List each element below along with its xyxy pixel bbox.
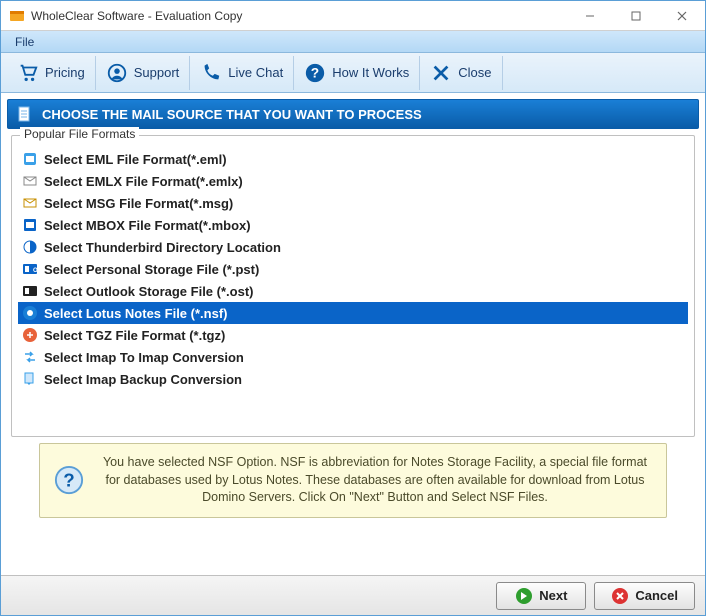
format-item[interactable]: Select Imap Backup Conversion	[18, 368, 688, 390]
arrow-right-icon	[515, 587, 533, 605]
toolbar-howitworks[interactable]: ? How It Works	[294, 56, 420, 90]
formats-fieldset: Popular File Formats Select EML File For…	[11, 135, 695, 437]
format-icon	[22, 371, 38, 387]
format-item[interactable]: Select MBOX File Format(*.mbox)	[18, 214, 688, 236]
titlebar: WholeClear Software - Evaluation Copy	[1, 1, 705, 31]
window-close-button[interactable]	[659, 1, 705, 31]
format-item-label: Select MSG File Format(*.msg)	[44, 196, 233, 211]
content: Popular File Formats Select EML File For…	[11, 135, 695, 437]
format-item[interactable]: Select Outlook Storage File (*.ost)	[18, 280, 688, 302]
format-icon	[22, 217, 38, 233]
toolbar-pricing[interactable]: Pricing	[7, 56, 96, 90]
format-icon	[22, 327, 38, 343]
format-item[interactable]: Select MSG File Format(*.msg)	[18, 192, 688, 214]
format-item[interactable]: Select Thunderbird Directory Location	[18, 236, 688, 258]
toolbar-support[interactable]: Support	[96, 56, 191, 90]
format-icon	[22, 173, 38, 189]
menubar: File	[1, 31, 705, 53]
toolbar-close-label: Close	[458, 65, 491, 80]
format-icon	[22, 151, 38, 167]
svg-text:?: ?	[311, 65, 319, 80]
cancel-button[interactable]: Cancel	[594, 582, 695, 610]
format-icon	[22, 239, 38, 255]
format-item[interactable]: Select EMLX File Format(*.emlx)	[18, 170, 688, 192]
window-controls	[567, 1, 705, 31]
format-item-label: Select Imap Backup Conversion	[44, 372, 242, 387]
menu-file[interactable]: File	[7, 33, 42, 51]
format-list: Select EML File Format(*.eml) Select EMLX…	[18, 148, 688, 390]
toolbar-close[interactable]: Close	[420, 56, 502, 90]
toolbar: Pricing Support Live Chat ? How It Works…	[1, 53, 705, 93]
format-item-label: Select Thunderbird Directory Location	[44, 240, 281, 255]
svg-text:?: ?	[63, 470, 74, 491]
phone-icon	[200, 62, 222, 84]
minimize-button[interactable]	[567, 1, 613, 31]
document-icon	[16, 105, 34, 123]
formats-legend: Popular File Formats	[20, 127, 139, 141]
format-item[interactable]: O Select Personal Storage File (*.pst)	[18, 258, 688, 280]
app-icon	[9, 8, 25, 24]
cancel-button-label: Cancel	[635, 588, 678, 603]
format-item[interactable]: Select Lotus Notes File (*.nsf)	[18, 302, 688, 324]
question-icon: ?	[304, 62, 326, 84]
format-item-label: Select Personal Storage File (*.pst)	[44, 262, 259, 277]
format-item-label: Select TGZ File Format (*.tgz)	[44, 328, 225, 343]
toolbar-livechat[interactable]: Live Chat	[190, 56, 294, 90]
format-item-label: Select Outlook Storage File (*.ost)	[44, 284, 253, 299]
step-banner: CHOOSE THE MAIL SOURCE THAT YOU WANT TO …	[7, 99, 699, 129]
banner-text: CHOOSE THE MAIL SOURCE THAT YOU WANT TO …	[42, 107, 422, 122]
info-text: You have selected NSF Option. NSF is abb…	[98, 454, 652, 507]
headset-icon	[106, 62, 128, 84]
window-title: WholeClear Software - Evaluation Copy	[31, 9, 567, 23]
format-item-label: Select MBOX File Format(*.mbox)	[44, 218, 251, 233]
format-item-label: Select EMLX File Format(*.emlx)	[44, 174, 243, 189]
next-button[interactable]: Next	[496, 582, 586, 610]
format-icon	[22, 349, 38, 365]
format-icon: O	[22, 261, 38, 277]
format-item-label: Select EML File Format(*.eml)	[44, 152, 227, 167]
toolbar-support-label: Support	[134, 65, 180, 80]
toolbar-livechat-label: Live Chat	[228, 65, 283, 80]
format-item-label: Select Imap To Imap Conversion	[44, 350, 244, 365]
next-button-label: Next	[539, 588, 567, 603]
cart-icon	[17, 62, 39, 84]
info-panel: ? You have selected NSF Option. NSF is a…	[39, 443, 667, 518]
toolbar-pricing-label: Pricing	[45, 65, 85, 80]
maximize-button[interactable]	[613, 1, 659, 31]
format-icon	[22, 283, 38, 299]
format-item[interactable]: Select TGZ File Format (*.tgz)	[18, 324, 688, 346]
format-item-label: Select Lotus Notes File (*.nsf)	[44, 306, 227, 321]
toolbar-howitworks-label: How It Works	[332, 65, 409, 80]
info-question-icon: ?	[54, 465, 84, 495]
format-item[interactable]: Select Imap To Imap Conversion	[18, 346, 688, 368]
app-window: WholeClear Software - Evaluation Copy Fi…	[0, 0, 706, 616]
cancel-icon	[611, 587, 629, 605]
svg-text:O: O	[33, 268, 38, 274]
format-icon	[22, 195, 38, 211]
format-item[interactable]: Select EML File Format(*.eml)	[18, 148, 688, 170]
exit-icon	[430, 62, 452, 84]
format-icon	[22, 305, 38, 321]
footer: Next Cancel	[1, 575, 705, 615]
